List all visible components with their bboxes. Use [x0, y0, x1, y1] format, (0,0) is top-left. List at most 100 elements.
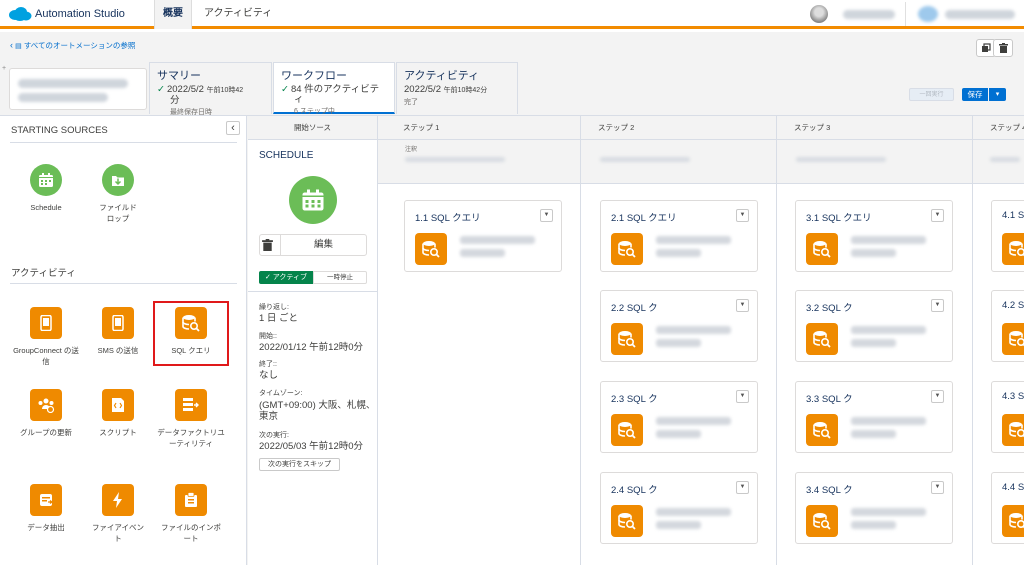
palette-activity-group-refresh[interactable]: グループの更新 [10, 389, 82, 438]
notes-row[interactable] [378, 140, 1024, 184]
activity-card-title: 2.2 SQL ク [611, 303, 658, 314]
workflow-tab[interactable]: ワークフロー ✓ 84 件のアクティビテ ィ 6 ステップ中 [273, 62, 395, 115]
edit-schedule-button[interactable]: 編集 [280, 234, 366, 256]
activity-card[interactable]: 4.3 SQL [991, 381, 1024, 453]
activity-card[interactable]: 3.3 SQL ク ▼ [795, 381, 953, 453]
activity-card-title: 1.1 SQL クエリ [415, 213, 481, 224]
user-avatar[interactable] [810, 5, 828, 23]
chevron-down-icon: ▼ [739, 484, 746, 490]
summary-tab[interactable]: サマリー ✓ 2022/5/2 午前10時42 分 最終保存日時 [149, 62, 272, 116]
card-menu-button[interactable]: ▼ [540, 209, 553, 222]
card-menu-button[interactable]: ▼ [931, 390, 944, 403]
top-bar: Automation Studio 概要 アクティビティ [0, 0, 1024, 29]
card-menu-button[interactable]: ▼ [736, 390, 749, 403]
activity-card-title: 4.1 SQL [1002, 210, 1024, 221]
chevron-down-icon: ▼ [739, 212, 746, 218]
activities-heading: アクティビティ [11, 268, 76, 279]
calendar-icon [30, 164, 62, 196]
trash-icon [998, 43, 1008, 53]
tab-overview[interactable]: 概要 [154, 0, 192, 29]
card-menu-button[interactable]: ▼ [931, 299, 944, 312]
palette-activity-sms[interactable]: SMS の送信 [82, 307, 154, 356]
palette-source-schedule[interactable]: Schedule [10, 164, 82, 213]
automation-header: ‹ ▤ すべてのオートメーションの参照 + サマリー ✓ 2022/5/2 午前1… [0, 32, 1024, 116]
end-label: 終了:: [259, 361, 277, 368]
card-menu-button[interactable]: ▼ [736, 299, 749, 312]
mobile-icon [30, 307, 62, 339]
activity-card[interactable]: 4.2 SQL [991, 290, 1024, 362]
chevron-down-icon: ▼ [543, 212, 550, 218]
step-4-header: ステップ 4 [973, 116, 1024, 140]
activity-card-title: 3.4 SQL ク [806, 485, 853, 496]
activity-card[interactable]: 1.1 SQL クエリ ▼ [404, 200, 562, 272]
file-import-icon [175, 484, 207, 516]
org-avatar-blurred[interactable] [918, 6, 938, 22]
activity-card-title: 4.2 SQL [1002, 300, 1024, 311]
activity-card[interactable]: 3.4 SQL ク ▼ [795, 472, 953, 544]
activity-card[interactable]: 4.1 SQL [991, 200, 1024, 272]
back-link[interactable]: ‹ ▤ すべてのオートメーションの参照 [10, 40, 135, 51]
sql-query-icon [1002, 505, 1024, 537]
activity-card[interactable]: 2.4 SQL ク ▼ [600, 472, 758, 544]
activity-card[interactable]: 3.2 SQL ク ▼ [795, 290, 953, 362]
step-2-header: ステップ 2 [581, 116, 776, 140]
mobile-icon [102, 307, 134, 339]
palette-activity-data-extract[interactable]: データ抽出 [10, 484, 82, 533]
end-value: なし [259, 370, 279, 381]
palette-activity-file-import[interactable]: ファイルのインポート [155, 484, 227, 544]
start-value: 2022/01/12 午前12時0分 [259, 342, 364, 353]
activity-card[interactable]: 4.4 SQL [991, 472, 1024, 544]
add-icon[interactable]: + [2, 65, 6, 72]
chevron-down-icon: ▼ [934, 393, 941, 399]
activity-card-title: 3.1 SQL クエリ [806, 213, 872, 224]
activity-card-title: 2.3 SQL ク [611, 394, 658, 405]
note-label: 注釈 [405, 147, 418, 153]
card-menu-button[interactable]: ▼ [736, 481, 749, 494]
sql-query-icon [611, 414, 643, 446]
active-toggle[interactable]: ✓ アクティブ [259, 271, 313, 284]
chevron-down-icon: ▼ [739, 302, 746, 308]
chevron-down-icon: ▼ [739, 393, 746, 399]
activity-card-title: 4.4 SQL [1002, 482, 1024, 493]
divider [905, 2, 906, 26]
card-menu-button[interactable]: ▼ [931, 481, 944, 494]
palette-activity-script[interactable]: スクリプト [82, 389, 154, 438]
selection-highlight [153, 301, 229, 366]
lightning-icon [102, 484, 134, 516]
list-icon: ▤ [15, 43, 22, 50]
tab-activities[interactable]: アクティビティ [192, 0, 284, 29]
palette-activity-fire-event[interactable]: ファイアイベント [82, 484, 154, 544]
card-menu-button[interactable]: ▼ [931, 209, 944, 222]
sql-query-icon [806, 505, 838, 537]
save-options-button[interactable]: ▾ [989, 88, 1006, 101]
activity-card[interactable]: 2.1 SQL クエリ ▼ [600, 200, 758, 272]
data-factory-icon [175, 389, 207, 421]
activity-card[interactable]: 2.2 SQL ク ▼ [600, 290, 758, 362]
pause-toggle[interactable]: 一時停止 [313, 271, 367, 284]
activity-card-title: 4.3 SQL [1002, 391, 1024, 402]
data-extract-icon [30, 484, 62, 516]
user-name-blurred [843, 10, 895, 19]
sql-query-icon [611, 505, 643, 537]
activity-card[interactable]: 3.1 SQL クエリ ▼ [795, 200, 953, 272]
run-once-button[interactable]: 一回実行 [909, 88, 954, 101]
trash-icon[interactable] [262, 239, 273, 251]
palette-activity-data-factory[interactable]: データファクトリユーティリティ [155, 389, 227, 449]
repeat-label: 繰り返し: [259, 304, 289, 311]
collapse-palette-button[interactable]: ‹ [226, 121, 240, 135]
group-icon [30, 389, 62, 421]
automation-name-card[interactable] [9, 68, 147, 110]
source-column-header: 開始ソース [248, 116, 377, 140]
start-label: 開始:: [259, 333, 277, 340]
divider [10, 142, 237, 143]
card-menu-button[interactable]: ▼ [736, 209, 749, 222]
palette-source-file-drop[interactable]: ファイルドロップ [82, 164, 154, 224]
activity-tab[interactable]: アクティビティ 2022/5/2 午前10時42分 完了 [396, 62, 518, 114]
save-button[interactable]: 保存 [962, 88, 988, 101]
activity-card[interactable]: 2.3 SQL ク ▼ [600, 381, 758, 453]
delete-button[interactable] [993, 39, 1013, 57]
skip-next-run-button[interactable]: 次の実行をスキップ [259, 458, 340, 471]
divider [248, 291, 377, 292]
check-icon: ✓ [264, 274, 273, 281]
palette-activity-groupconnect[interactable]: GroupConnect の送信 [10, 307, 82, 367]
